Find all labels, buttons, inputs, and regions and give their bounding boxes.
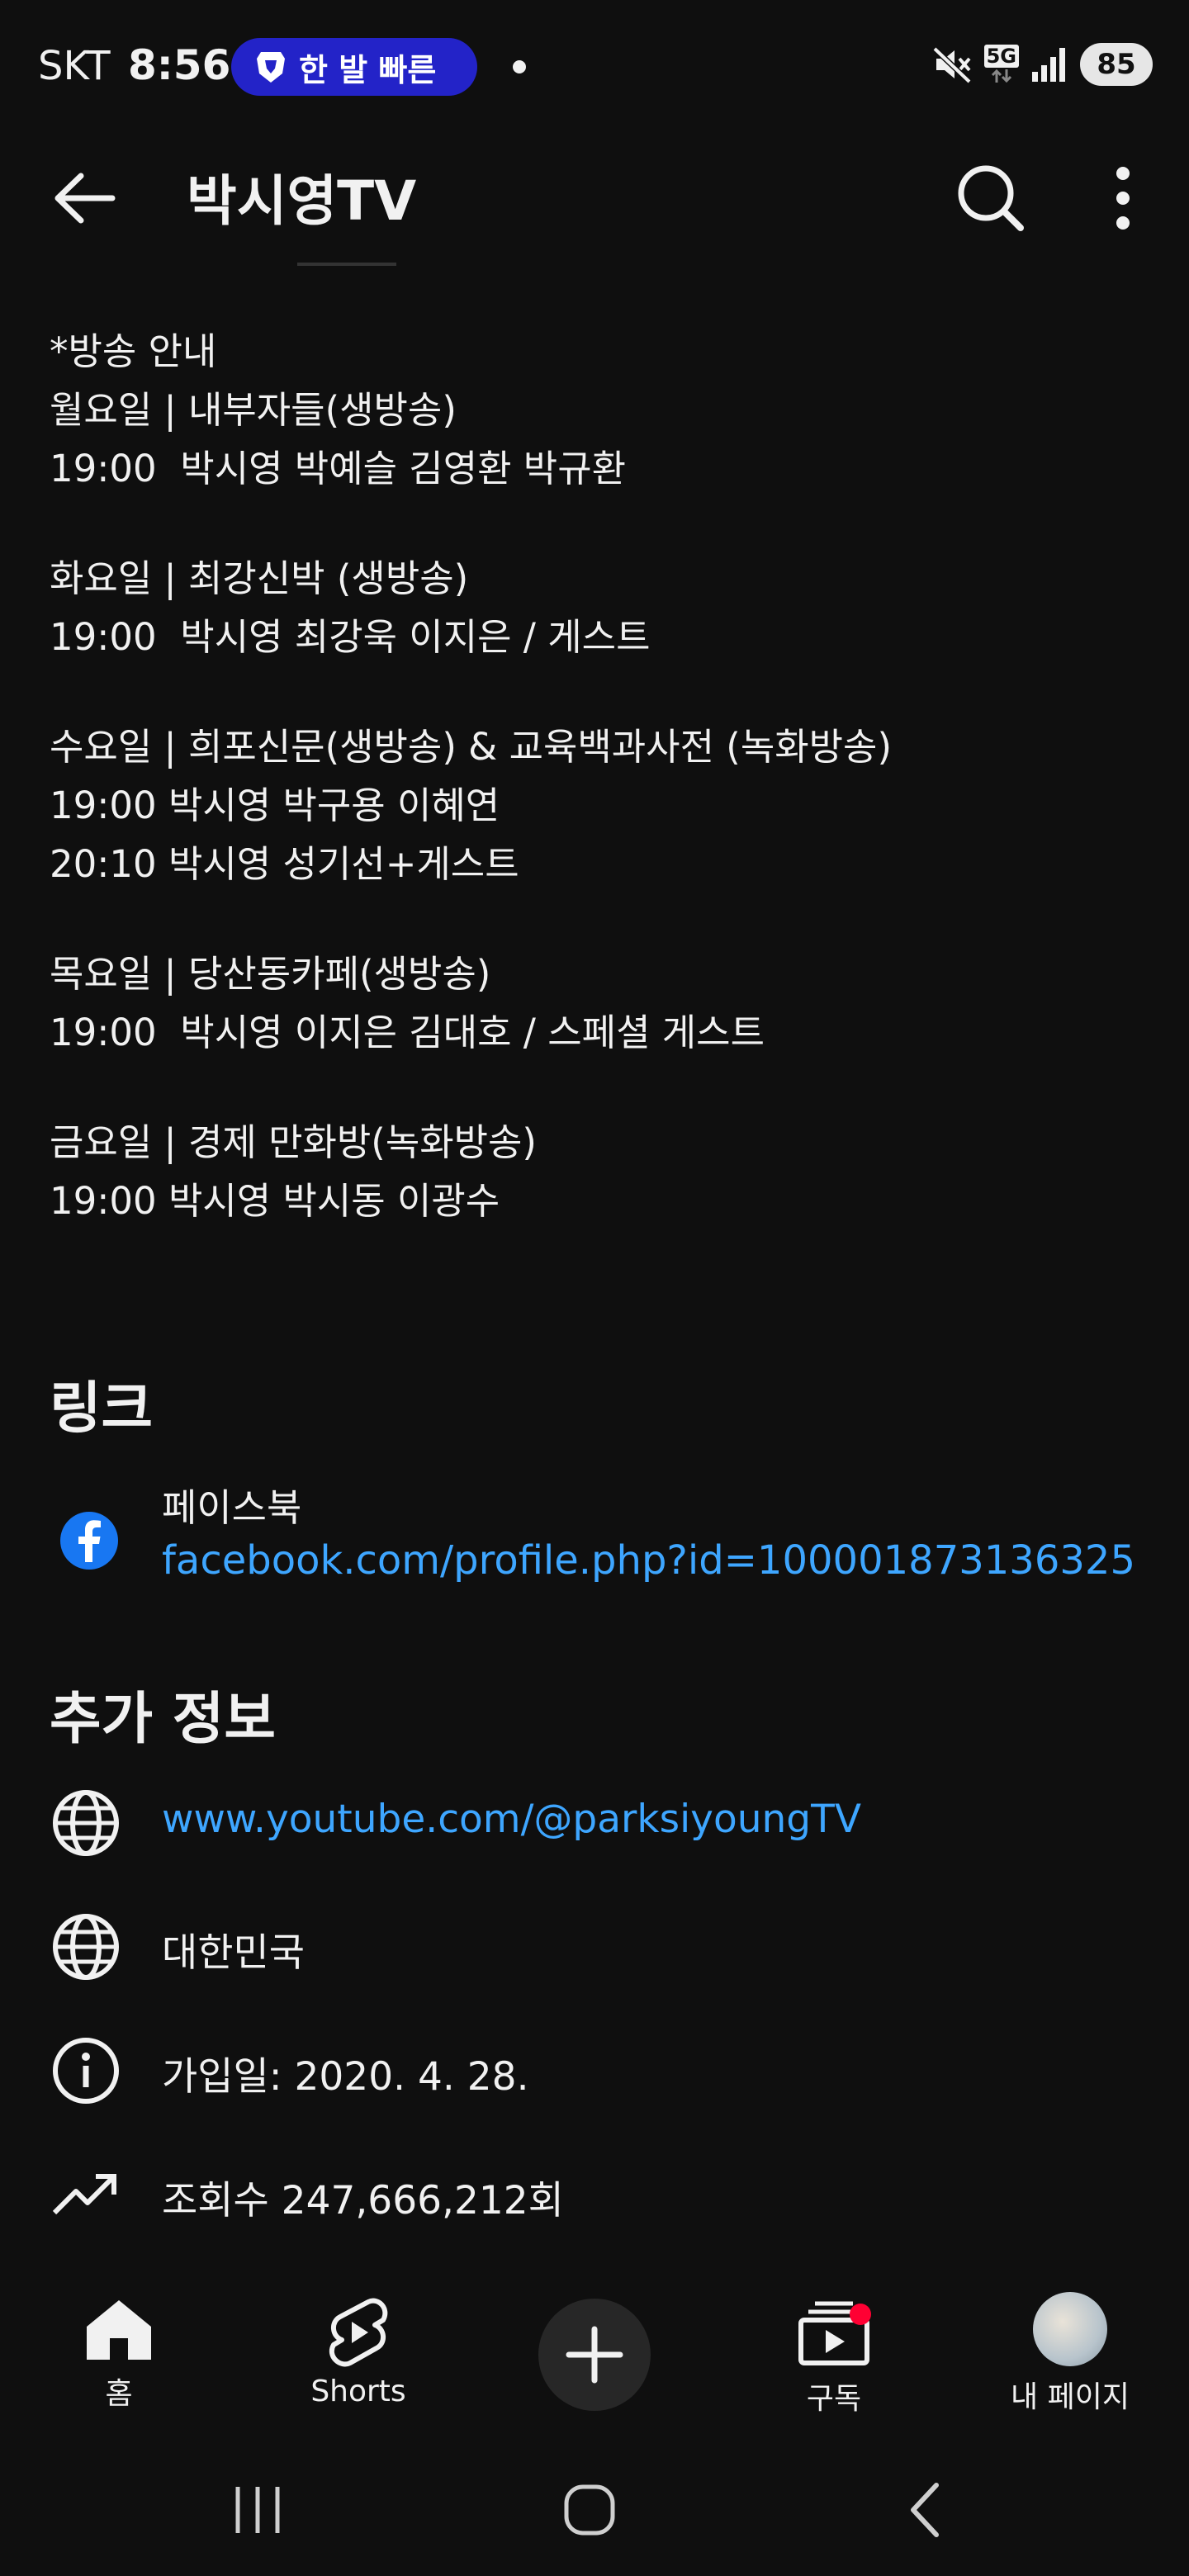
- description-line: 19:00 박시영 박시동 이광수: [50, 1179, 500, 1223]
- plus-icon: [566, 2326, 623, 2384]
- trending-icon: [52, 2174, 116, 2215]
- link-url[interactable]: facebook.com/profile.php?id=100001873136…: [162, 1537, 1135, 1584]
- link-label: 페이스북: [162, 1485, 302, 1530]
- home-system-button[interactable]: [548, 2469, 631, 2551]
- description-line: 19:00 박시영 박예슬 김영환 박규환: [50, 447, 627, 490]
- schedule-block: 금요일 | 경제 만화방(녹화방송) 19:00 박시영 박시동 이광수: [50, 1113, 1156, 1230]
- system-navigation-bar: [0, 2444, 1189, 2576]
- schedule-block: *방송 안내 월요일 | 내부자들(생방송) 19:00 박시영 박예슬 김영환…: [50, 322, 1156, 498]
- new-content-badge: [850, 2304, 871, 2325]
- description-line: 월요일 | 내부자들(생방송): [50, 388, 457, 432]
- shorts-icon: [329, 2298, 388, 2367]
- view-count-text: 조회수 247,666,212회: [162, 2178, 564, 2223]
- status-icons: 5G 85: [931, 43, 1153, 86]
- website-link[interactable]: www.youtube.com/@parksiyoungTV: [162, 1797, 861, 1842]
- description-line: 수요일 | 희포신문(생방송) & 교육백과사전 (녹화방송): [50, 725, 892, 769]
- data-arrows-icon: [991, 69, 1011, 83]
- description-line: *방송 안내: [50, 329, 217, 373]
- nav-subscriptions-label: 구독: [806, 2382, 862, 2416]
- bottom-navigation: 홈 Shorts 구독 내 페이지: [0, 2279, 1189, 2419]
- description-line: 19:00 박시영 이지은 김대호 / 스페셜 게스트: [50, 1011, 765, 1054]
- back-button[interactable]: [48, 161, 122, 235]
- browser-promo-pill[interactable]: 한 발 빠른: [231, 38, 477, 96]
- description-line: 금요일 | 경제 만화방(녹화방송): [50, 1120, 537, 1164]
- nav-you-label: 내 페이지: [1011, 2380, 1130, 2414]
- schedule-block: 화요일 | 최강신박 (생방송) 19:00 박시영 최강욱 이지은 / 게스트: [50, 549, 1156, 666]
- mute-icon: [932, 46, 972, 84]
- recent-apps-button[interactable]: [216, 2469, 299, 2551]
- nav-shorts[interactable]: Shorts: [276, 2279, 441, 2419]
- clock: 8:56: [128, 41, 231, 89]
- recent-apps-icon: [235, 2487, 280, 2533]
- brave-lion-icon: [257, 52, 285, 83]
- nav-home[interactable]: 홈: [36, 2279, 201, 2419]
- avatar: [1033, 2292, 1107, 2366]
- description-line: 20:10 박시영 성기선+게스트: [50, 842, 519, 886]
- carrier-label: SKT: [38, 43, 111, 89]
- promo-text: 한 발 빠른: [299, 51, 437, 88]
- page-title: 박시영TV: [187, 169, 417, 233]
- globe-icon: [53, 1790, 119, 1856]
- status-bar: SKT 8:56 한 발 빠른 5G 85: [0, 0, 1189, 132]
- notification-dot: [513, 60, 526, 73]
- info-icon: [53, 2038, 119, 2104]
- info-row-website[interactable]: www.youtube.com/@parksiyoungTV: [50, 1780, 1156, 1863]
- arrow-left-icon: [54, 173, 116, 224]
- facebook-link-row[interactable]: 페이스북 facebook.com/profile.php?id=1000018…: [50, 1478, 1156, 1602]
- nav-shorts-label: Shorts: [310, 2375, 406, 2408]
- globe-icon: [53, 1914, 119, 1980]
- signal-icon: [1032, 48, 1065, 82]
- schedule-block: 목요일 | 당산동카페(생방송) 19:00 박시영 이지은 김대호 / 스페셜…: [50, 945, 1156, 1062]
- info-row-country: 대한민국: [50, 1904, 1156, 1986]
- description-line: 화요일 | 최강신박 (생방송): [50, 556, 469, 600]
- description-line: 목요일 | 당산동카페(생방송): [50, 952, 491, 996]
- facebook-icon: [59, 1511, 119, 1570]
- app-bar: 박시영TV: [0, 132, 1189, 256]
- schedule-block: 수요일 | 희포신문(생방송) & 교육백과사전 (녹화방송) 19:00 박시…: [50, 717, 1156, 893]
- joined-date-text: 가입일: 2020. 4. 28.: [162, 2054, 529, 2100]
- collapsed-handle: [297, 263, 396, 266]
- network-type: 5G: [983, 45, 1019, 84]
- info-row-views: 조회수 247,666,212회: [50, 2152, 1156, 2234]
- channel-description: *방송 안내 월요일 | 내부자들(생방송) 19:00 박시영 박예슬 김영환…: [50, 322, 1156, 1281]
- search-button[interactable]: [950, 157, 1032, 239]
- home-icon: [87, 2300, 151, 2360]
- battery-indicator: 85: [1080, 43, 1153, 86]
- more-vertical-icon: [1116, 167, 1130, 230]
- description-line: 19:00 박시영 박구용 이혜연: [50, 784, 500, 827]
- links-section-title: 링크: [50, 1376, 154, 1442]
- description-line: 19:00 박시영 최강욱 이지은 / 게스트: [50, 615, 651, 659]
- search-icon: [958, 165, 1024, 231]
- country-text: 대한민국: [162, 1930, 305, 1976]
- more-info-title: 추가 정보: [50, 1687, 276, 1752]
- create-button[interactable]: [538, 2299, 651, 2411]
- home-circle-icon: [564, 2484, 615, 2536]
- nav-home-label: 홈: [105, 2377, 133, 2411]
- nav-you[interactable]: 내 페이지: [988, 2279, 1153, 2419]
- back-system-button[interactable]: [883, 2469, 966, 2551]
- more-options-button[interactable]: [1090, 157, 1156, 239]
- info-row-joined: 가입일: 2020. 4. 28.: [50, 2028, 1156, 2110]
- chevron-left-icon: [911, 2483, 939, 2537]
- nav-subscriptions[interactable]: 구독: [751, 2279, 917, 2419]
